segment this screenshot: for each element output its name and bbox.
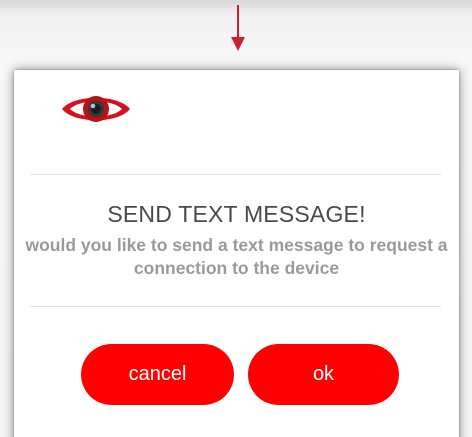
cancel-button[interactable]: cancel: [81, 344, 234, 405]
screen: SEND TEXT MESSAGE! would you like to sen…: [0, 0, 472, 437]
divider-bottom: [30, 306, 441, 307]
dialog-title: SEND TEXT MESSAGE!: [107, 201, 366, 227]
dialog-message: would you like to send a text message to…: [25, 235, 448, 278]
eye-icon: [62, 96, 130, 122]
divider-top: [30, 174, 441, 175]
send-text-dialog: SEND TEXT MESSAGE! would you like to sen…: [14, 70, 459, 437]
arrow-down-icon: [231, 5, 245, 51]
ok-button[interactable]: ok: [248, 344, 399, 405]
